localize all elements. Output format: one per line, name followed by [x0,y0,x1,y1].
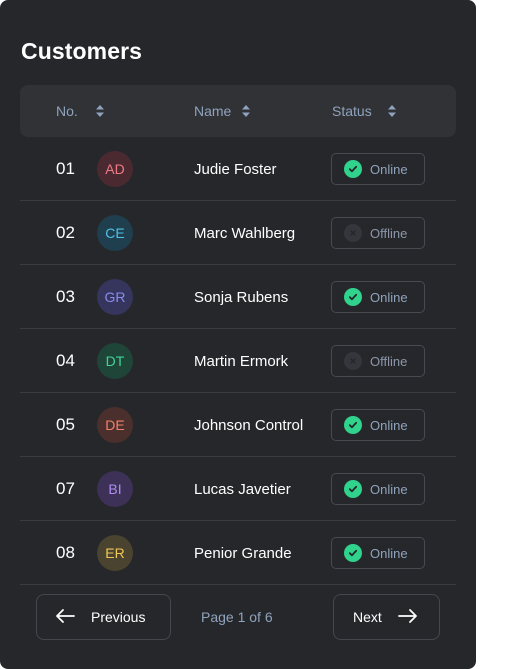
next-button[interactable]: Next [333,594,440,640]
pagination: Previous Page 1 of 6 Next [20,585,456,649]
status-badge: Offline [331,217,425,249]
row-number: 03 [56,287,75,306]
customer-name: Penior Grande [194,544,292,562]
sort-icon[interactable] [95,104,105,118]
page-title: Customers [21,38,143,64]
check-circle-icon [344,160,362,178]
status-label: Online [370,161,408,177]
row-number: 07 [56,479,75,498]
check-circle-icon [344,544,362,562]
customers-card: Customers No. Name Status 01 AD Judie Fo… [0,0,476,669]
table-row[interactable]: 04 DT Martin Ermork Offline [20,329,456,393]
status-badge: Online [331,473,425,505]
table-row[interactable]: 03 GR Sonja Rubens Online [20,265,456,329]
status-badge: Online [331,153,425,185]
customer-name: Marc Wahlberg [194,224,296,242]
customer-table-body: 01 AD Judie Foster Online 02 CE Marc Wah… [20,137,456,585]
status-badge: Offline [331,345,425,377]
row-number: 01 [56,159,75,178]
column-header-name-label: Name [194,103,232,119]
status-label: Online [370,481,408,497]
customer-name: Judie Foster [194,160,277,178]
avatar: DE [97,407,133,443]
status-label: Offline [370,353,408,369]
check-circle-icon [344,288,362,306]
customer-name: Johnson Control [194,416,304,434]
row-number: 08 [56,543,75,562]
status-label: Online [370,545,408,561]
next-label: Next [353,609,382,625]
page-indicator: Page 1 of 6 [201,609,273,625]
previous-label: Previous [91,609,146,625]
row-number: 04 [56,351,75,370]
arrow-right-icon [397,608,418,627]
row-number: 05 [56,415,75,434]
customer-name: Martin Ermork [194,352,289,370]
status-label: Online [370,289,408,305]
check-circle-icon [344,416,362,434]
table-header: No. Name Status [20,85,456,137]
avatar: CE [97,215,133,251]
column-header-no-label: No. [56,103,78,119]
status-label: Online [370,417,408,433]
avatar: BI [97,471,133,507]
sort-icon[interactable] [241,104,251,118]
table-row[interactable]: 05 DE Johnson Control Online [20,393,456,457]
sort-icon[interactable] [387,104,397,118]
status-badge: Online [331,281,425,313]
customer-name: Sonja Rubens [194,288,289,306]
column-header-no[interactable]: No. [56,85,105,137]
avatar: AD [97,151,133,187]
column-header-name[interactable]: Name [194,85,251,137]
avatar: ER [97,535,133,571]
previous-button[interactable]: Previous [36,594,171,640]
column-header-status[interactable]: Status [332,85,397,137]
status-badge: Online [331,409,425,441]
arrow-left-icon [55,608,75,627]
table-row[interactable]: 01 AD Judie Foster Online [20,137,456,201]
table-row[interactable]: 08 ER Penior Grande Online [20,521,456,585]
offline-dot-icon [344,224,362,242]
row-number: 02 [56,223,75,242]
offline-dot-icon [344,352,362,370]
avatar: DT [97,343,133,379]
table-row[interactable]: 07 BI Lucas Javetier Online [20,457,456,521]
customer-name: Lucas Javetier [194,480,291,498]
avatar: GR [97,279,133,315]
status-label: Offline [370,225,408,241]
column-header-status-label: Status [332,103,372,119]
table-row[interactable]: 02 CE Marc Wahlberg Offline [20,201,456,265]
status-badge: Online [331,537,425,569]
check-circle-icon [344,480,362,498]
